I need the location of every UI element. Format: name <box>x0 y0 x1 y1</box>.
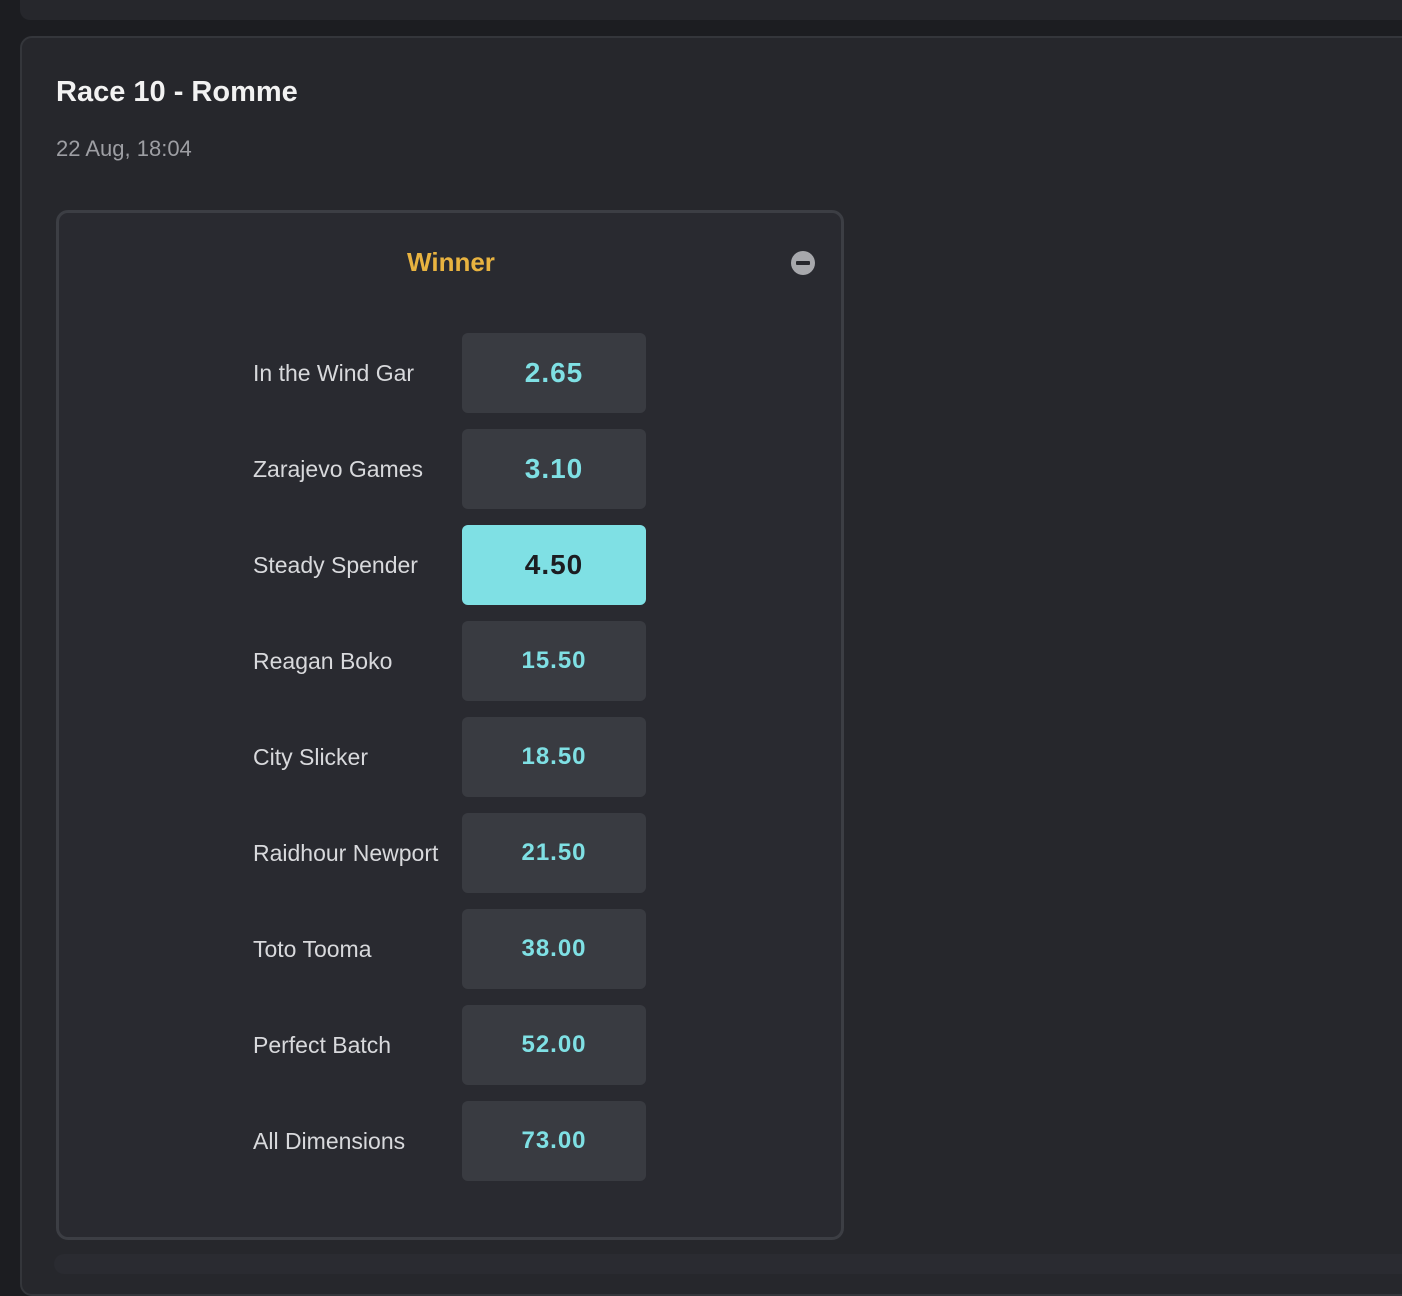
runner-row: Zarajevo Games 3.10 <box>253 429 653 509</box>
runner-name: City Slicker <box>253 744 369 770</box>
runner-row: Raidhour Newport 21.50 <box>253 813 653 893</box>
race-card: Race 10 - Romme 22 Aug, 18:04 Winner In … <box>20 36 1402 1296</box>
market-title: Winner <box>407 247 495 277</box>
minus-circle-icon[interactable] <box>791 251 815 275</box>
odds-button[interactable]: 38.00 <box>462 909 646 989</box>
odds-button[interactable]: 18.50 <box>462 717 646 797</box>
runner-name: Reagan Boko <box>253 648 393 674</box>
runner-name: In the Wind Gar <box>253 360 415 386</box>
winner-market-panel: Winner In the Wind Gar 2.65 Zarajevo Gam… <box>56 210 844 1240</box>
odds-button-selected[interactable]: 4.50 <box>462 525 646 605</box>
next-market-card <box>54 1254 1402 1274</box>
odds-button[interactable]: 21.50 <box>462 813 646 893</box>
runner-row: All Dimensions 73.00 <box>253 1101 653 1181</box>
runner-row: Perfect Batch 52.00 <box>253 1005 653 1085</box>
runner-row: Toto Tooma 38.00 <box>253 909 653 989</box>
odds-button[interactable]: 52.00 <box>462 1005 646 1085</box>
runner-row: City Slicker 18.50 <box>253 717 653 797</box>
runner-name: Steady Spender <box>253 552 418 578</box>
runner-row: Steady Spender 4.50 <box>253 525 653 605</box>
runner-name: Perfect Batch <box>253 1032 392 1058</box>
runner-row: In the Wind Gar 2.65 <box>253 333 653 413</box>
previous-race-card <box>20 0 1402 20</box>
race-time: 22 Aug, 18:04 <box>56 136 192 161</box>
odds-button[interactable]: 73.00 <box>462 1101 646 1181</box>
runner-name: Toto Tooma <box>253 936 372 962</box>
runner-name: Raidhour Newport <box>253 840 439 866</box>
odds-button[interactable]: 2.65 <box>462 333 646 413</box>
race-title: Race 10 - Romme <box>56 76 298 108</box>
runner-name: All Dimensions <box>253 1128 406 1154</box>
odds-button[interactable]: 15.50 <box>462 621 646 701</box>
runner-row: Reagan Boko 15.50 <box>253 621 653 701</box>
odds-button[interactable]: 3.10 <box>462 429 646 509</box>
runner-name: Zarajevo Games <box>253 456 424 482</box>
